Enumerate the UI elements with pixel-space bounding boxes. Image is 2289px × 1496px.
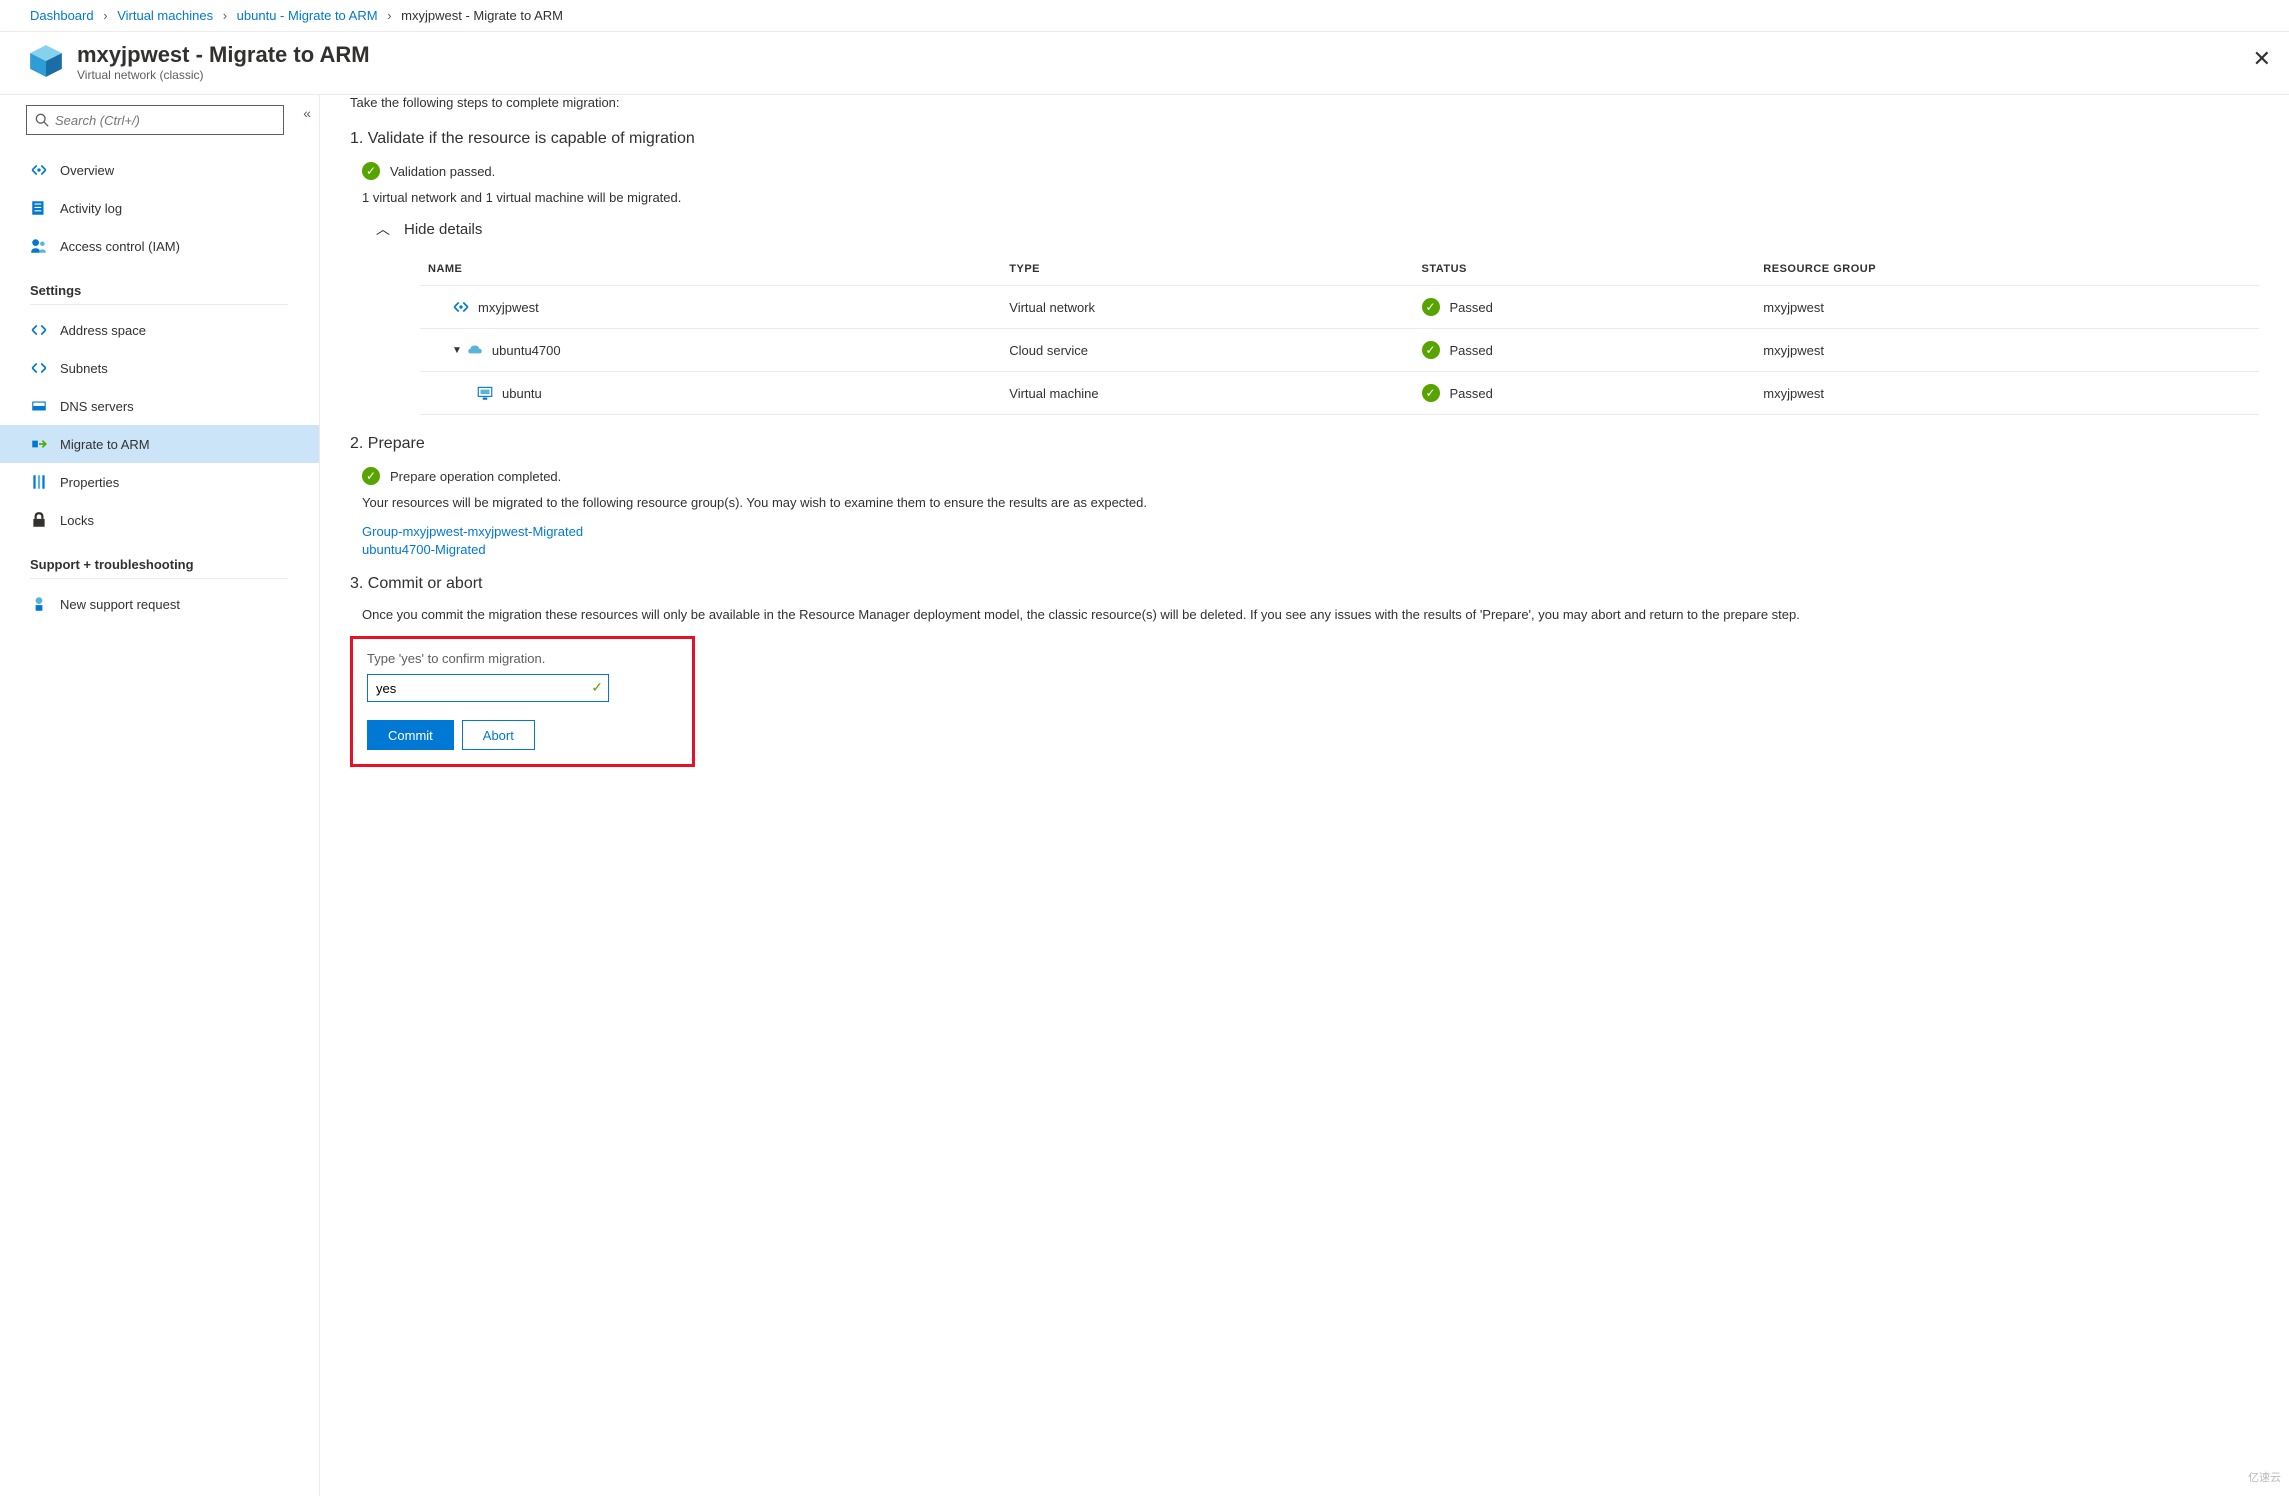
nav-label: Properties [60,475,119,490]
watermark: 亿速云 [2248,1469,2281,1485]
res-status: Passed [1450,300,1493,315]
check-icon: ✓ [1422,384,1440,402]
res-name-text: ubuntu4700 [492,343,561,358]
step2-title: 2. Prepare [350,435,2259,453]
nav-label: New support request [60,597,180,612]
breadcrumb: Dashboard › Virtual machines › ubuntu - … [0,0,2289,32]
step2-body: Your resources will be migrated to the f… [362,495,2259,510]
resource-group-link[interactable]: Group-mxyjpwest-mxyjpwest-Migrated [362,524,2259,539]
res-type: Virtual network [1001,286,1413,329]
sidebar-item-new-support[interactable]: New support request [0,585,319,623]
col-type: TYPE [1001,253,1413,286]
address-space-icon [30,321,48,339]
chevron-up-icon: ︿ [376,219,390,239]
confirm-label: Type 'yes' to confirm migration. [367,651,678,666]
sidebar-section-settings: Settings [30,283,288,305]
dns-icon [30,397,48,415]
resources-table: NAME TYPE STATUS RESOURCE GROUP mxyjpwes… [420,253,2259,415]
sidebar-item-migrate-arm[interactable]: Migrate to ARM [0,425,319,463]
step3-title: 3. Commit or abort [350,575,2259,593]
abort-button[interactable]: Abort [462,720,535,750]
nav-label: Overview [60,163,114,178]
page-title: mxyjpwest - Migrate to ARM [77,42,370,68]
step2-status: Prepare operation completed. [390,469,561,484]
col-name: NAME [420,253,1001,286]
res-name-text: mxyjpwest [478,300,539,315]
check-icon: ✓ [1422,298,1440,316]
table-row[interactable]: ▼ ubuntu4700 Cloud service ✓ Passed mxyjp… [420,329,2259,372]
vnet-resource-icon [452,298,470,316]
sidebar-item-activity-log[interactable]: Activity log [0,189,319,227]
table-row[interactable]: ubuntu Virtual machine ✓ Passed mxyjpwest [420,372,2259,415]
vnet-icon [30,161,48,179]
sidebar-search[interactable] [26,105,284,135]
sidebar-item-overview[interactable]: Overview [0,151,319,189]
sidebar-item-iam[interactable]: Access control (IAM) [0,227,319,265]
step1-title: 1. Validate if the resource is capable o… [350,130,2259,148]
blade-header: mxyjpwest - Migrate to ARM Virtual netwo… [0,32,2289,95]
sidebar-section-support: Support + troubleshooting [30,557,288,579]
check-icon: ✓ [1422,341,1440,359]
caret-down-icon[interactable]: ▼ [452,345,462,356]
col-status: STATUS [1414,253,1756,286]
check-icon: ✓ [362,467,380,485]
res-name-text: ubuntu [502,386,542,401]
nav-label: DNS servers [60,399,134,414]
properties-icon [30,473,48,491]
lock-icon [30,511,48,529]
nav-label: Locks [60,513,94,528]
migrate-icon [30,435,48,453]
vm-icon [476,384,494,402]
res-rg: mxyjpwest [1755,329,2259,372]
sidebar-item-subnets[interactable]: Subnets [0,349,319,387]
check-icon: ✓ [362,162,380,180]
collapse-sidebar-button[interactable]: « [303,105,311,121]
vnet-cube-icon [27,42,65,80]
confirm-input[interactable] [367,674,609,702]
res-rg: mxyjpwest [1755,372,2259,415]
page-subtitle: Virtual network (classic) [77,68,370,82]
nav-label: Subnets [60,361,108,376]
iam-icon [30,237,48,255]
res-type: Cloud service [1001,329,1413,372]
step3-body: Once you commit the migration these reso… [362,607,2259,622]
sidebar-item-dns-servers[interactable]: DNS servers [0,387,319,425]
input-valid-check-icon: ✓ [591,679,603,696]
activity-log-icon [30,199,48,217]
nav-label: Access control (IAM) [60,239,180,254]
toggle-label: Hide details [404,221,482,238]
step1-status: Validation passed. [390,164,495,179]
commit-button[interactable]: Commit [367,720,454,750]
hide-details-toggle[interactable]: ︿ Hide details [376,219,2259,239]
close-blade-button[interactable]: ✕ [2253,46,2271,72]
nav-label: Address space [60,323,146,338]
table-row[interactable]: mxyjpwest Virtual network ✓ Passed mxyjpw… [420,286,2259,329]
res-status: Passed [1450,343,1493,358]
support-icon [30,595,48,613]
res-rg: mxyjpwest [1755,286,2259,329]
search-icon [35,113,49,127]
sidebar-item-address-space[interactable]: Address space [0,311,319,349]
res-type: Virtual machine [1001,372,1413,415]
search-input[interactable] [55,113,275,128]
nav-label: Migrate to ARM [60,437,150,452]
intro-text: Take the following steps to complete mig… [350,95,2259,110]
sidebar: « Overview Activity log Access control (… [0,95,320,1496]
col-rg: RESOURCE GROUP [1755,253,2259,286]
nav-label: Activity log [60,201,122,216]
subnets-icon [30,359,48,377]
breadcrumb-link-ubuntu[interactable]: ubuntu - Migrate to ARM [237,8,378,23]
sidebar-item-locks[interactable]: Locks [0,501,319,539]
breadcrumb-link-vms[interactable]: Virtual machines [117,8,213,23]
cloud-service-icon [466,341,484,359]
breadcrumb-link-dashboard[interactable]: Dashboard [30,8,94,23]
resource-group-link[interactable]: ubuntu4700-Migrated [362,542,2259,557]
content-pane: Take the following steps to complete mig… [320,95,2289,1496]
step1-summary: 1 virtual network and 1 virtual machine … [362,190,2259,205]
sidebar-item-properties[interactable]: Properties [0,463,319,501]
breadcrumb-current: mxyjpwest - Migrate to ARM [401,8,563,23]
res-status: Passed [1450,386,1493,401]
confirm-area: Type 'yes' to confirm migration. ✓ Commi… [350,636,695,767]
